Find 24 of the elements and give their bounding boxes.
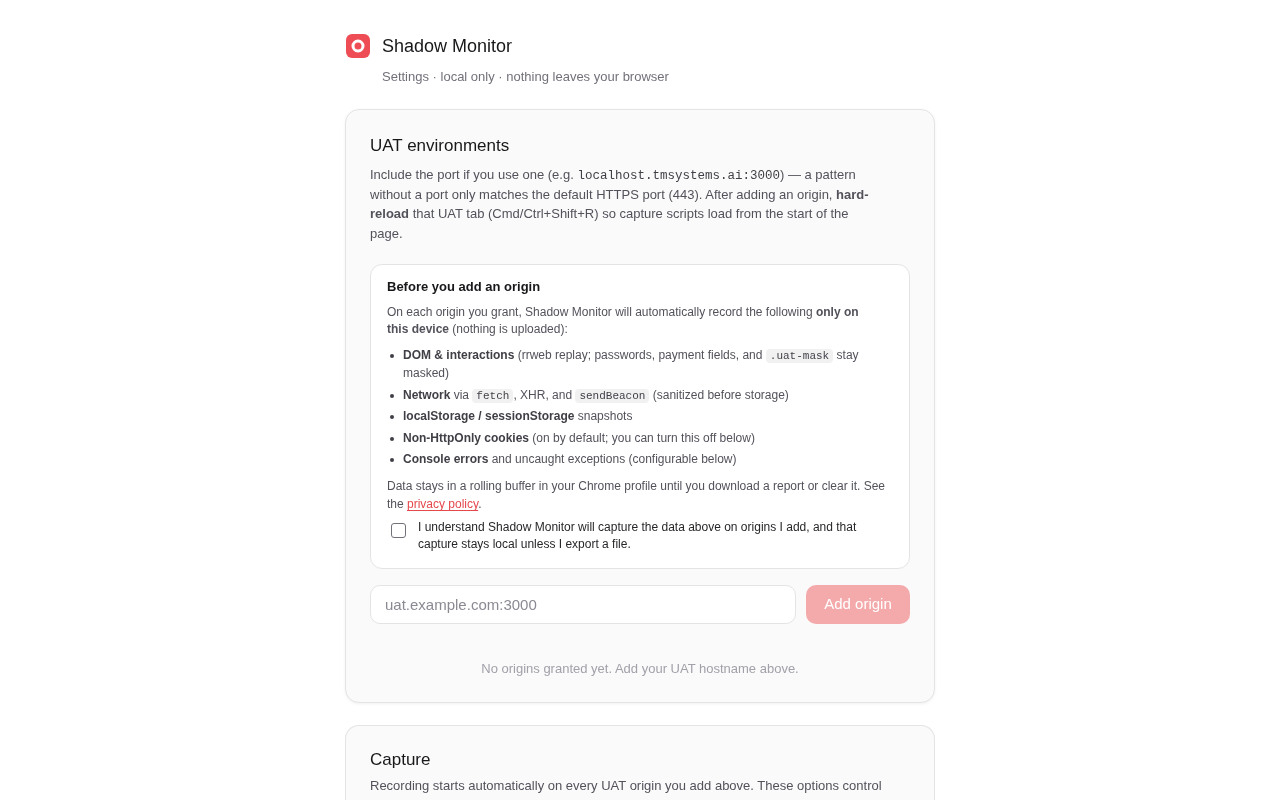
section-heading: UAT environments — [370, 135, 511, 157]
bullet-icon — [390, 458, 394, 462]
captured-data-item: Network via fetch , XHR, and sendBeacon (sanitized before storage) — [403, 386, 789, 404]
section-heading: Capture — [370, 749, 432, 771]
bullet-icon — [390, 415, 394, 419]
bullet-icon — [390, 354, 394, 358]
origin-input[interactable]: uat.example.com:3000 — [370, 585, 796, 624]
app-title: Shadow Monitor — [382, 35, 513, 58]
captured-data-item: Non-HttpOnly cookies (on by default; you can turn this off below) — [403, 429, 755, 447]
bullet-icon — [390, 436, 394, 441]
consent-checkbox[interactable] — [391, 523, 406, 538]
consent-label: I understand Shadow Monitor will capture the data above on origins I add, and that capture stays local unless I export a file. — [418, 519, 858, 553]
app-subtitle: Settings · local only · nothing leaves your browser — [382, 68, 669, 86]
notice-heading: Before you add an origin — [387, 278, 542, 296]
bullet-icon — [390, 393, 394, 398]
captured-data-item: localStorage / sessionStorage snapshots — [403, 408, 633, 425]
section-description: Include the port if you use one (e.g. localhost.tmsystems.ai:3000) — a pattern without a port only matches the default HTTPS port (443). After adding an origin, hard-reload that UAT tab (Cmd/Ctrl+Shift+R) so capture scripts load from the start of the page. — [370, 166, 870, 243]
captured-data-item: DOM & interactions (rrweb replay; passwords, payment fields, and .uat-mask stay masked) — [403, 347, 860, 382]
notice-note: Data stays in a rolling buffer in your Chrome profile until you download a report or clear it. See the privacy policy. — [387, 478, 887, 513]
notice-intro: On each origin you grant, Shadow Monitor will automatically record the following only on this device (nothing is uploaded): — [387, 304, 860, 338]
captured-data-item: Console errors and uncaught exceptions (configurable below) — [403, 451, 737, 468]
empty-origins-message: No origins granted yet. Add your UAT hostname above. — [480, 660, 800, 678]
section-description: Recording starts automatically on every UAT origin you add above. These options control — [370, 777, 883, 795]
logo-icon — [346, 34, 370, 58]
